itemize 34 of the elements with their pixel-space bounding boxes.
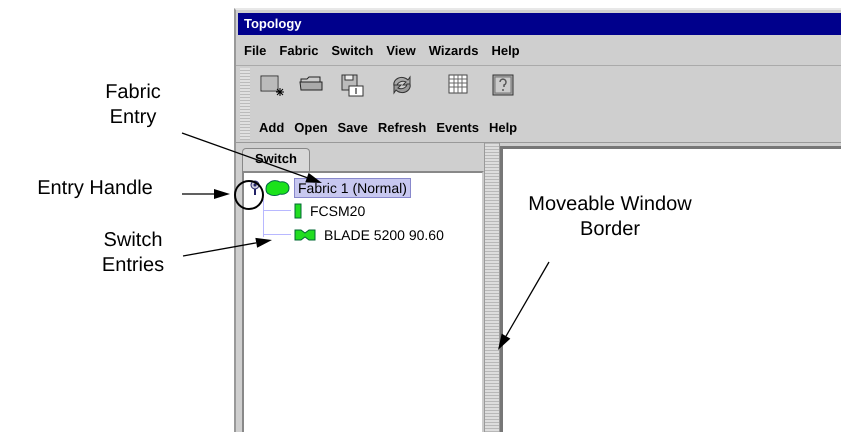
callout-label: Moveable Window Border: [527, 192, 693, 242]
highlight-circle: [234, 180, 264, 210]
menu-item[interactable]: Fabric: [279, 42, 318, 58]
tree-item[interactable]: BLADE 5200 90.60: [320, 225, 448, 245]
toolbar-grip[interactable]: [240, 68, 250, 140]
switch-icon: [294, 229, 316, 241]
floppy-disk-icon: [340, 74, 365, 98]
tab[interactable]: Switch: [242, 148, 310, 171]
toolbar-button[interactable]: Events: [431, 66, 484, 142]
cloud-icon: [264, 180, 290, 196]
toolbar-button[interactable]: Open: [289, 66, 333, 142]
new-item-icon: [260, 74, 284, 96]
toolbar-button[interactable]: Save: [332, 66, 373, 142]
tree-item[interactable]: Fabric 1 (Normal): [294, 178, 411, 198]
menu-item[interactable]: File: [244, 42, 266, 58]
folder-icon: [298, 74, 323, 92]
toolbar-button[interactable]: Help: [484, 66, 522, 142]
question-mark-icon: [492, 74, 514, 96]
callout-label: Fabric Entry: [104, 80, 162, 130]
menu-item[interactable]: Switch: [331, 42, 374, 58]
callout-label: Switch Entries: [100, 228, 166, 278]
menu-item[interactable]: Wizards: [428, 42, 478, 58]
callout-label: Entry Handle: [36, 176, 154, 201]
toolbar-button[interactable]: Add: [254, 66, 290, 142]
switch-icon: [294, 203, 302, 219]
tree-item[interactable]: FCSM20: [306, 201, 370, 221]
window-splitter[interactable]: [484, 143, 500, 432]
window-title: Topology: [238, 13, 841, 35]
entry-handle-icon[interactable]: [250, 180, 260, 196]
menu-item[interactable]: Help: [491, 42, 520, 58]
table-icon: [448, 74, 468, 94]
toolbar-button[interactable]: Refresh: [372, 66, 432, 142]
callout-arrow: [182, 189, 230, 199]
menu-item[interactable]: View: [386, 42, 416, 58]
